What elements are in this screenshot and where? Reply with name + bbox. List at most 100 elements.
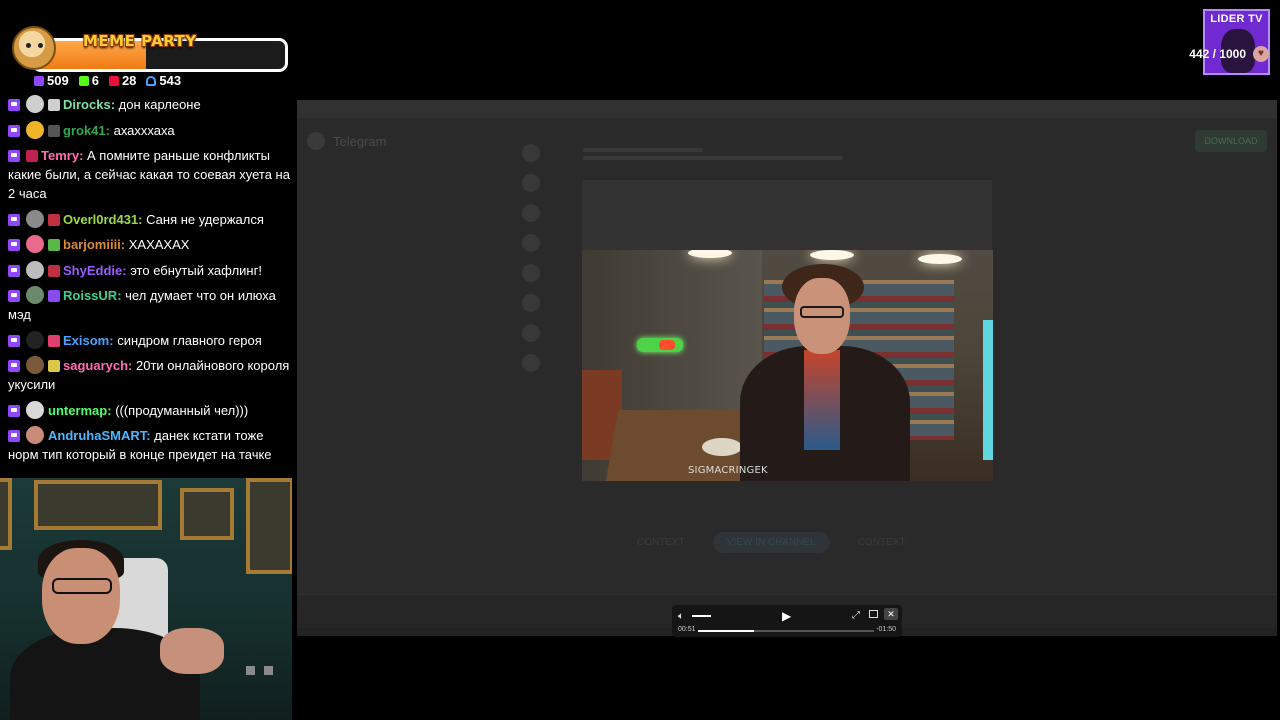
chat-message: Overl0rd431: Саня не удержался: [8, 209, 291, 229]
user-avatar: [26, 330, 44, 349]
chat-username[interactable]: grok41: [63, 123, 106, 138]
post-actions: CONTEXT VIEW IN CHANNEL CONTEXT: [637, 532, 905, 553]
chat-separator: :: [110, 97, 119, 112]
browser-toolbar: [297, 100, 1277, 118]
chat-username[interactable]: RoissUR: [63, 288, 117, 303]
subscriber-badge-icon: [48, 360, 60, 372]
chat-username[interactable]: Dirocks: [63, 97, 111, 112]
wall-picture-frame: [246, 478, 292, 574]
stream-stats: 509 6 28 543: [34, 73, 181, 88]
chat-separator: :: [128, 358, 136, 373]
chat-message: Temry: А помните раньше конфликты какие …: [8, 146, 291, 203]
ceiling-light: [810, 250, 854, 260]
chat-username[interactable]: Temry: [41, 148, 79, 163]
subscriber-badge-icon: [48, 334, 60, 347]
streamer-glasses: [52, 578, 112, 594]
wall-picture-frame: [180, 488, 234, 540]
kick-icon: [78, 75, 89, 86]
stat-item: 509: [34, 73, 69, 88]
chat-username[interactable]: AndruhaSMART: [48, 428, 146, 443]
channel-avatar[interactable]: [522, 144, 540, 162]
chat-separator: :: [109, 332, 118, 348]
user-avatar: [26, 400, 44, 419]
share-button[interactable]: CONTEXT: [858, 537, 906, 548]
channel-avatar[interactable]: [522, 324, 540, 342]
channel-avatar[interactable]: [522, 354, 540, 372]
telegram-sidebar: [515, 144, 547, 404]
post-media-background: [582, 180, 992, 250]
telegram-title: Telegram: [333, 133, 387, 149]
chat-username[interactable]: untermap: [48, 403, 107, 418]
chat-username[interactable]: saguarych: [63, 358, 128, 373]
streamer-face: [42, 548, 120, 644]
expand-icon[interactable]: ⤢: [852, 610, 860, 621]
stat-value: 543: [159, 73, 182, 88]
download-button[interactable]: DOWNLOAD: [1195, 130, 1267, 152]
stat-item: 6: [78, 73, 99, 88]
subscriber-badge-icon: [48, 264, 60, 277]
chat-username[interactable]: ShyEddie: [63, 263, 122, 278]
twitch-platform-icon: [8, 124, 20, 137]
stat-value: 28: [121, 73, 137, 88]
wall-picture-frame: [34, 480, 162, 530]
picture-in-picture-icon[interactable]: [869, 610, 878, 618]
chat-separator: :: [117, 288, 126, 303]
post-header: [583, 148, 883, 166]
seek-bar[interactable]: [698, 630, 874, 632]
context-button[interactable]: CONTEXT: [637, 537, 685, 548]
view-in-channel-button[interactable]: VIEW IN CHANNEL: [712, 532, 830, 553]
wall-outlet: [264, 666, 273, 675]
chat-bubble-icon: [34, 75, 44, 86]
chat-message: saguarych: 20ти онлайнового короля укуси…: [8, 356, 291, 394]
channel-logo-text: LIDER TV: [1210, 13, 1263, 25]
chat-username[interactable]: barjomiiii: [63, 237, 121, 252]
twitch-platform-icon: [8, 213, 20, 226]
time-remaining: -01:50: [876, 626, 896, 633]
doge-icon: [12, 26, 56, 70]
video-player-frame[interactable]: SIGMACRINGEK: [582, 250, 993, 481]
ceiling-light: [918, 254, 962, 264]
chat-separator: :: [120, 237, 129, 252]
popout-close-icon[interactable]: ✕: [884, 608, 898, 620]
chat-panel: Dirocks: дон карлеоне grok41: ахахххаха Te…: [8, 95, 291, 471]
subscriber-badge-icon: [48, 213, 60, 226]
stat-item: 543: [146, 73, 181, 88]
twitch-platform-icon: [8, 360, 20, 372]
twitch-platform-icon: [8, 430, 20, 442]
seek-bar-fill: [698, 630, 755, 632]
chat-username[interactable]: Overl0rd431: [63, 212, 138, 227]
channel-avatar[interactable]: [522, 264, 540, 282]
twitch-platform-icon: [8, 404, 20, 417]
channel-avatar[interactable]: [522, 294, 540, 312]
streamer-hand: [160, 628, 224, 674]
channel-avatar[interactable]: [522, 174, 540, 192]
channel-avatar[interactable]: [522, 204, 540, 222]
chat-username[interactable]: Exisom: [63, 333, 109, 348]
channel-avatar[interactable]: [522, 234, 540, 252]
chat-message: untermap: (((продуманный чел))): [8, 400, 291, 420]
twitch-platform-icon: [8, 150, 20, 162]
telegram-header: Telegram: [307, 132, 386, 150]
twitch-platform-icon: [8, 239, 20, 251]
heart-icon: ♥: [1253, 46, 1269, 62]
chat-text: ахахххаха: [113, 122, 175, 138]
viewers-icon: [146, 75, 157, 86]
volume-icon[interactable]: 🔈︎: [678, 611, 684, 622]
wall-outlet: [246, 666, 255, 675]
chat-text: ХАХАХАХ: [128, 237, 190, 252]
volume-slider[interactable]: [692, 615, 711, 617]
meme-party-title: MEME PARTY: [83, 32, 197, 50]
webcam-feed: [0, 478, 292, 720]
chat-separator: :: [138, 211, 147, 227]
video-fridge: [983, 320, 993, 460]
subscriber-badge-icon: [26, 150, 38, 162]
twitch-platform-icon: [8, 99, 20, 111]
play-button[interactable]: ▶: [782, 609, 791, 623]
video-watermark: SIGMACRINGEK: [688, 465, 768, 476]
user-avatar: [26, 426, 44, 444]
chat-message: barjomiiii: ХАХАХАХ: [8, 235, 291, 254]
chat-separator: :: [105, 122, 114, 138]
video-controls: 🔈︎ ▶ ⤢ ✕ 00:51 -01:50: [672, 605, 902, 637]
chat-message: Exisom: синдром главного героя: [8, 330, 291, 350]
user-avatar: [26, 120, 44, 139]
